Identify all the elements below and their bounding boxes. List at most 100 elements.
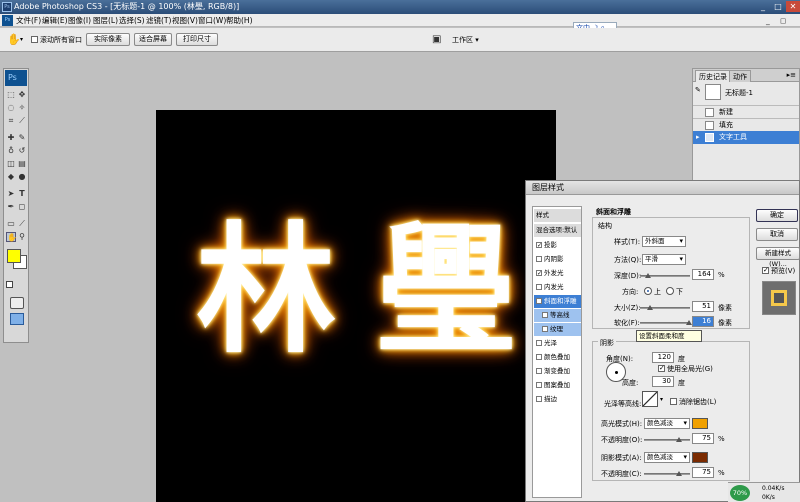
chevron-down-icon[interactable]: ▾ [20,36,23,43]
history-brush-icon[interactable]: ↺ [17,146,27,156]
styles-header[interactable]: 样式 [534,209,581,222]
effect-item[interactable]: 内发光 [534,281,581,294]
effect-item[interactable]: 颜色叠加 [534,351,581,364]
highlight-mode-select[interactable]: 颜色减淡 [644,418,690,429]
menu-file[interactable]: 文件(F) [16,14,41,27]
gloss-contour-swatch[interactable] [642,391,658,407]
eyedropper-icon[interactable]: ⟋ [17,116,27,126]
bridge-icon[interactable]: ▣ [432,34,441,45]
effect-checkbox[interactable] [536,354,542,360]
effect-item[interactable]: 渐变叠加 [534,365,581,378]
altitude-input[interactable]: 30 [652,376,674,387]
effect-item[interactable]: 内阴影 [534,253,581,266]
actual-pixels-button[interactable]: 实际像素 [86,33,130,46]
slider-thumb[interactable] [675,437,682,442]
document-canvas[interactable]: 林 璺 [156,110,556,502]
menu-select[interactable]: 选择(S) [119,14,145,27]
effect-item[interactable]: ✓ 外发光 [534,267,581,280]
new-style-button[interactable]: 新建样式(W)... [756,247,800,268]
dodge-tool-icon[interactable]: ● [17,172,27,182]
magic-wand-icon[interactable]: ✧ [17,103,27,113]
direction-up-radio[interactable] [644,287,652,295]
effect-checkbox[interactable]: ✓ [536,242,542,249]
effect-checkbox[interactable] [542,326,548,332]
effect-checkbox[interactable] [536,368,542,374]
size-slider[interactable] [640,305,690,310]
direction-down-radio[interactable] [666,287,674,295]
menu-image[interactable]: 图像(I) [68,14,91,27]
panel-menu-icon[interactable]: ▸≡ [787,71,796,79]
angle-input[interactable]: 120 [652,352,674,363]
ok-button[interactable]: 确定 [756,209,798,222]
size-input[interactable]: 51 [692,301,714,312]
effect-checkbox[interactable] [536,340,542,346]
effect-item[interactable]: 纹理 [534,323,581,336]
scroll-all-checkbox[interactable] [31,36,38,43]
shadow-mode-select[interactable]: 颜色减淡 [644,452,690,463]
slider-thumb[interactable] [647,305,653,310]
effect-item[interactable]: 描边 [534,393,581,406]
slider-thumb[interactable] [645,273,651,278]
blend-options-item[interactable]: 混合选项:默认 [534,224,581,237]
hand-tool-icon[interactable]: ✋ [7,33,21,46]
foreground-color-swatch[interactable] [7,249,21,263]
depth-slider[interactable] [640,273,690,278]
effect-item[interactable]: ✓ 斜面和浮雕 [534,295,581,308]
type-tool-icon[interactable]: T [17,189,27,199]
close-button[interactable]: ✕ [786,1,800,12]
history-item[interactable]: 新建 [693,105,799,118]
workspace-menu[interactable]: 工作区 ▾ [452,35,479,45]
hand-tool-icon[interactable]: ✋ [6,232,17,242]
style-select[interactable]: 外斜面 [642,236,686,247]
effect-checkbox[interactable] [536,256,542,262]
effect-item[interactable]: 图案叠加 [534,379,581,392]
marquee-tool-icon[interactable]: ⬚ [6,90,16,100]
print-size-button[interactable]: 打印尺寸 [176,33,218,46]
effect-checkbox[interactable] [542,312,548,318]
highlight-color-swatch[interactable] [692,418,708,429]
quick-mask-icon[interactable] [10,297,24,309]
snapshot-thumbnail[interactable] [705,84,721,100]
minimize-button[interactable]: _ [756,1,770,12]
screen-mode-icon[interactable] [10,313,24,325]
zoom-tool-icon[interactable]: ⚲ [17,232,27,242]
effect-checkbox[interactable] [536,284,542,290]
blur-tool-icon[interactable]: ◆ [6,172,16,182]
shadow-color-swatch[interactable] [692,452,708,463]
cancel-button[interactable]: 取消 [756,228,798,241]
eyedropper-tool-icon[interactable]: ⟋ [17,219,27,229]
depth-input[interactable]: 164 [692,269,714,280]
crop-tool-icon[interactable]: ⌗ [6,116,16,126]
soften-input[interactable]: 16 [692,316,714,327]
menu-layer[interactable]: 图层(L) [93,14,118,27]
effect-item[interactable]: 等高线 [534,309,581,322]
menu-edit[interactable]: 编辑(E) [42,14,68,27]
history-item[interactable]: 填充 [693,118,799,131]
effect-checkbox[interactable]: ✓ [536,298,542,305]
fit-screen-button[interactable]: 适合屏幕 [134,33,172,46]
menu-window[interactable]: 窗口(W) [198,14,226,27]
effect-item[interactable]: 光泽 [534,337,581,350]
default-colors-icon[interactable] [6,281,13,288]
shadow-opacity-input[interactable]: 75 [692,467,714,478]
global-light-checkbox[interactable]: ✓ [658,365,665,372]
history-item-selected[interactable]: ▸ 文字工具 [693,131,799,144]
menu-filter[interactable]: 滤镜(T) [146,14,171,27]
highlight-opacity-slider[interactable] [644,437,690,442]
path-select-icon[interactable]: ➤ [6,189,16,199]
menu-view[interactable]: 视图(V) [172,14,198,27]
move-tool-icon[interactable]: ✥ [17,90,27,100]
pen-tool-icon[interactable]: ✒ [6,202,16,212]
highlight-opacity-input[interactable]: 75 [692,433,714,444]
history-brush-source-icon[interactable]: ✎ [695,86,703,94]
chevron-down-icon[interactable]: ▾ [660,396,663,403]
effect-checkbox[interactable] [536,382,542,388]
eraser-tool-icon[interactable]: ◫ [6,159,16,169]
notes-tool-icon[interactable]: ▭ [6,219,16,229]
tab-actions[interactable]: 动作 [729,70,751,82]
shadow-opacity-slider[interactable] [644,471,690,476]
effect-item[interactable]: ✓ 投影 [534,239,581,252]
effect-checkbox[interactable] [536,396,542,402]
healing-brush-icon[interactable]: ✚ [6,133,16,143]
slider-thumb[interactable] [675,471,682,476]
